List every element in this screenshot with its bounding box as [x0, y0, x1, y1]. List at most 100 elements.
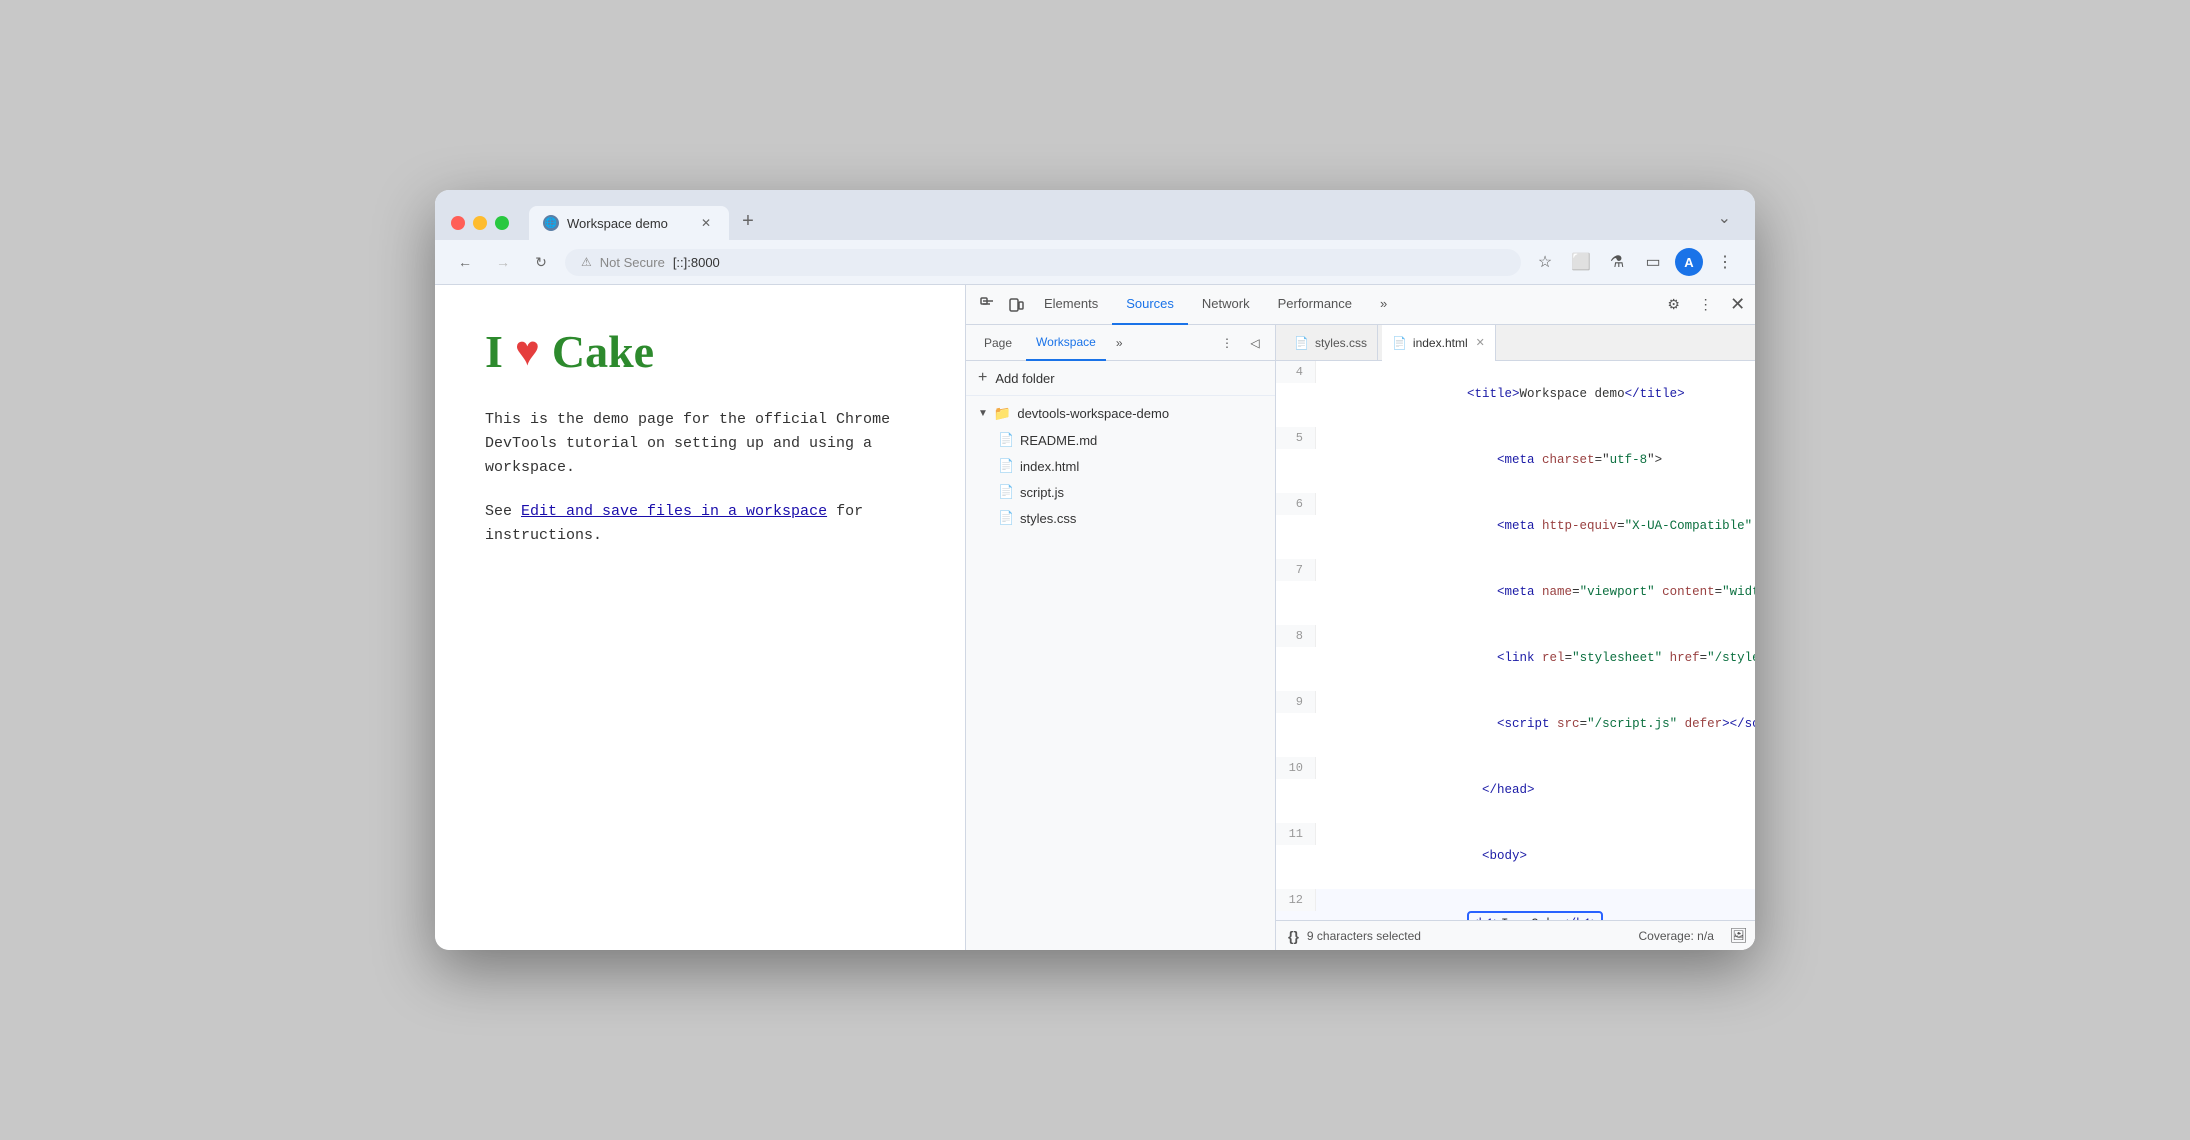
sources-tabs-more[interactable]: »: [1110, 332, 1129, 354]
line-code: <h1>I ♥ Cake</h1>: [1316, 889, 1603, 920]
tab-favicon-icon: 🌐: [543, 215, 559, 231]
address-bar: ← → ↻ ⚠ Not Secure [::]:8000 ☆ ⬜ ⚗ ▭ A ⋮: [435, 240, 1755, 285]
coverage-label: Coverage: n/a: [1638, 929, 1713, 943]
folder-row[interactable]: ▼ 📁 devtools-workspace-demo: [966, 400, 1275, 427]
sources-tabs: Page Workspace » ⋮ ◁: [966, 325, 1275, 361]
chevron-down-icon: ▼: [978, 408, 988, 419]
page-paragraph-2: See Edit and save files in a workspace f…: [485, 500, 915, 548]
workspace-link[interactable]: Edit and save files in a workspace: [521, 503, 827, 520]
browser-window: 🌐 Workspace demo ✕ + ⌄ ← → ↻ ⚠ Not Secur…: [435, 190, 1755, 950]
file-icon-index: 📄: [998, 458, 1014, 474]
file-row-readme[interactable]: 📄 README.md: [966, 427, 1275, 453]
styles-css-icon: 📄: [1294, 336, 1309, 350]
file-row-styles[interactable]: 📄 styles.css: [966, 505, 1275, 531]
page-heading: I ♥ Cake: [485, 325, 915, 378]
active-tab[interactable]: 🌐 Workspace demo ✕: [529, 206, 729, 240]
characters-selected: 9 characters selected: [1307, 929, 1421, 943]
editor-tab-index[interactable]: 📄 index.html ✕: [1382, 325, 1496, 361]
address-input[interactable]: ⚠ Not Secure [::]:8000: [565, 249, 1521, 276]
code-line-12-highlighted: 12 <h1>I ♥ Cake</h1>: [1276, 889, 1755, 920]
maximize-window-button[interactable]: [495, 216, 509, 230]
code-area[interactable]: 4 <title>Workspace demo</title> 5 <meta …: [1276, 361, 1755, 920]
code-line-8: 8 <link rel="stylesheet" href="/style: [1276, 625, 1755, 691]
file-tree: ▼ 📁 devtools-workspace-demo 📄 README.md …: [966, 396, 1275, 950]
tab-list-button[interactable]: ⌄: [1710, 204, 1739, 232]
more-options-button[interactable]: ⋮: [1711, 248, 1739, 276]
line-code: <script src="/script.js" defer></sc: [1316, 691, 1755, 757]
line-code: <body>: [1316, 823, 1527, 889]
code-line-4: 4 <title>Workspace demo</title>: [1276, 361, 1755, 427]
tab-elements[interactable]: Elements: [1030, 285, 1112, 325]
code-editor: 📄 styles.css 📄 index.html ✕: [1276, 325, 1755, 950]
editor-tabs: 📄 styles.css 📄 index.html ✕: [1276, 325, 1755, 361]
folder-name: devtools-workspace-demo: [1017, 406, 1169, 421]
tab-more[interactable]: »: [1366, 285, 1401, 325]
extensions-button[interactable]: ⬜: [1567, 248, 1595, 276]
sources-panel: Page Workspace » ⋮ ◁ + Add folder: [966, 325, 1755, 950]
line-number: 8: [1276, 625, 1316, 647]
plus-icon: +: [978, 369, 987, 387]
editor-tab-styles[interactable]: 📄 styles.css: [1284, 325, 1378, 361]
line-number: 9: [1276, 691, 1316, 713]
add-folder-label: Add folder: [995, 371, 1054, 386]
code-line-9: 9 <script src="/script.js" defer></sc: [1276, 691, 1755, 757]
file-row-script[interactable]: 📄 script.js: [966, 479, 1275, 505]
sources-more-options[interactable]: ⋮: [1215, 331, 1239, 355]
file-name-readme: README.md: [1020, 433, 1097, 448]
sources-toggle-sidebar[interactable]: ◁: [1243, 331, 1267, 355]
h1-highlight-box: <h1>I ♥ Cake</h1>: [1467, 911, 1603, 920]
sources-tab-workspace[interactable]: Workspace: [1026, 325, 1106, 361]
devtools-close-button[interactable]: ✕: [1724, 291, 1752, 319]
code-line-5: 5 <meta charset="utf-8">: [1276, 427, 1755, 493]
close-tab-button[interactable]: ✕: [1476, 336, 1485, 349]
minimize-window-button[interactable]: [473, 216, 487, 230]
reload-button[interactable]: ↻: [527, 248, 555, 276]
line-number: 6: [1276, 493, 1316, 515]
heart-icon: ♥: [515, 328, 540, 376]
tab-close-button[interactable]: ✕: [697, 214, 715, 232]
tab-row: 🌐 Workspace demo ✕ + ⌄: [451, 204, 1739, 240]
device-toggle-button[interactable]: [1002, 291, 1030, 319]
tab-network[interactable]: Network: [1188, 285, 1264, 325]
lab-button[interactable]: ⚗: [1603, 248, 1631, 276]
address-right-icons: ☆ ⬜ ⚗ ▭ A ⋮: [1531, 248, 1739, 276]
line-number: 5: [1276, 427, 1316, 449]
bookmark-button[interactable]: ☆: [1531, 248, 1559, 276]
back-button[interactable]: ←: [451, 248, 479, 276]
warning-icon: ⚠: [581, 255, 592, 269]
sidebar-button[interactable]: ▭: [1639, 248, 1667, 276]
heading-i-text: I: [485, 325, 503, 378]
heading-cake-text: Cake: [552, 325, 654, 378]
folder-icon: 📁: [994, 405, 1011, 422]
devtools-settings-button[interactable]: ⚙: [1660, 291, 1688, 319]
format-button[interactable]: {}: [1288, 928, 1299, 944]
profile-button[interactable]: A: [1675, 248, 1703, 276]
devtools-toolbar-right: ⚙ ⋮ ✕: [1660, 291, 1752, 319]
devtools-more-button[interactable]: ⋮: [1692, 291, 1720, 319]
code-line-11: 11 <body>: [1276, 823, 1755, 889]
line-code: </head>: [1316, 757, 1535, 823]
close-window-button[interactable]: [451, 216, 465, 230]
file-name-script: script.js: [1020, 485, 1064, 500]
add-folder-row[interactable]: + Add folder: [966, 361, 1275, 396]
screenshot-button[interactable]: 🖼: [1730, 927, 1748, 944]
line-code: <link rel="stylesheet" href="/style: [1316, 625, 1755, 691]
file-icon-readme: 📄: [998, 432, 1014, 448]
file-row-index[interactable]: 📄 index.html: [966, 453, 1275, 479]
code-lines: 4 <title>Workspace demo</title> 5 <meta …: [1276, 361, 1755, 920]
file-name-index: index.html: [1020, 459, 1079, 474]
tab-performance[interactable]: Performance: [1264, 285, 1366, 325]
code-line-10: 10 </head>: [1276, 757, 1755, 823]
new-tab-button[interactable]: +: [733, 210, 763, 240]
forward-button[interactable]: →: [489, 248, 517, 276]
tab-sources[interactable]: Sources: [1112, 285, 1188, 325]
code-line-7: 7 <meta name="viewport" content="widt: [1276, 559, 1755, 625]
devtools-panel: Elements Sources Network Performance » ⚙…: [965, 285, 1755, 950]
line-code: <meta http-equiv="X-UA-Compatible": [1316, 493, 1752, 559]
title-bar: 🌐 Workspace demo ✕ + ⌄: [435, 190, 1755, 240]
sources-tab-page[interactable]: Page: [974, 325, 1022, 361]
code-line-6: 6 <meta http-equiv="X-UA-Compatible": [1276, 493, 1755, 559]
page-paragraph-1: This is the demo page for the official C…: [485, 408, 915, 480]
inspect-element-button[interactable]: [974, 291, 1002, 319]
index-html-icon: 📄: [1392, 336, 1407, 350]
